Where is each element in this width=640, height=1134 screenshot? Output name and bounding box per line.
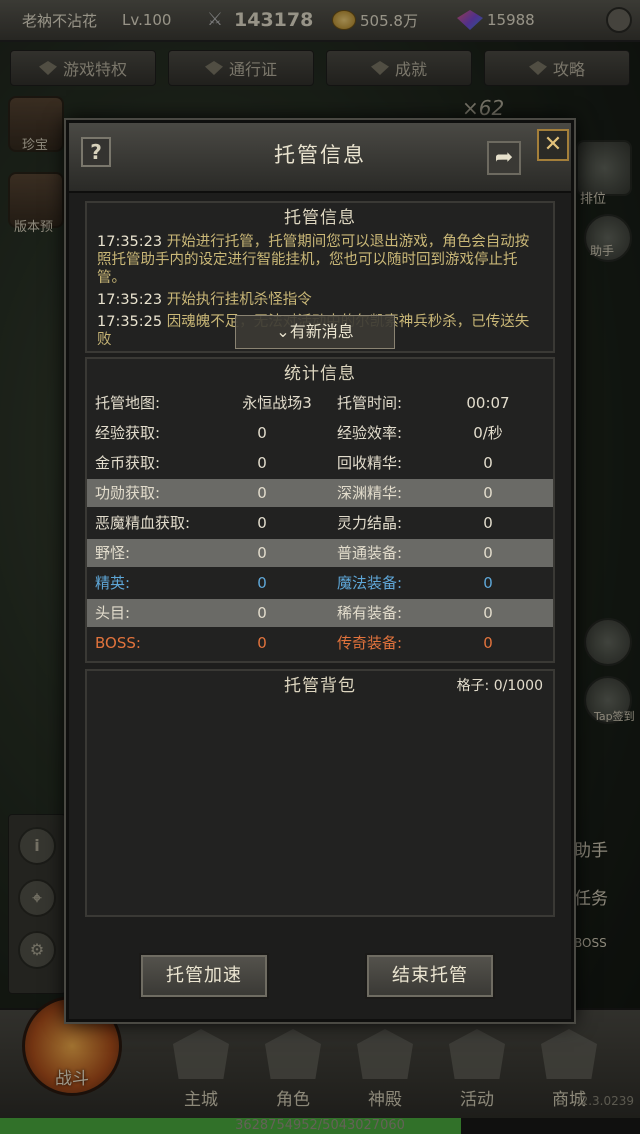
dialog-header: 托管信息 ? ➦ ✕	[69, 123, 571, 193]
share-icon[interactable]: ➦	[487, 141, 521, 175]
stat-label: 功勋获取:	[95, 484, 161, 502]
end-hosting-button[interactable]: 结束托管	[365, 953, 495, 999]
stats-row: BOSS: 0 传奇装备: 0	[87, 629, 553, 657]
stat-value: 0	[257, 514, 267, 532]
stats-title: 统计信息	[284, 364, 356, 384]
stat-label: 头目:	[95, 604, 131, 622]
stats-row: 头目: 0 稀有装备: 0	[87, 599, 553, 627]
stat-value: 0	[257, 424, 267, 442]
stat-value: 0	[257, 484, 267, 502]
stats-row: 恶魔精血获取: 0 灵力结晶: 0	[87, 509, 553, 537]
stat-label: 灵力结晶:	[337, 514, 403, 532]
log-timestamp: 17:35:25	[97, 314, 167, 330]
stat-label: 魔法装备:	[337, 574, 403, 592]
stats-row: 精英: 0 魔法装备: 0	[87, 569, 553, 597]
hosting-bag-panel: 托管背包 格子: 0/1000	[85, 669, 555, 917]
stats-row: 托管地图: 永恒战场3 托管时间: 00:07	[87, 389, 553, 417]
log-line: 17:35:23 开始执行挂机杀怪指令	[97, 291, 543, 309]
stat-label: 野怪:	[95, 544, 131, 562]
speed-up-hosting-button[interactable]: 托管加速	[139, 953, 269, 999]
stat-value: 00:07	[466, 394, 510, 412]
stats-row: 野怪: 0 普通装备: 0	[87, 539, 553, 567]
stat-value: 0	[257, 544, 267, 562]
stat-value: 0	[483, 484, 493, 502]
log-timestamp: 17:35:23	[97, 234, 167, 250]
stat-value: 0	[483, 454, 493, 472]
stat-value: 0	[483, 604, 493, 622]
stat-value: 0	[257, 634, 267, 652]
stat-value: 0	[257, 604, 267, 622]
close-button[interactable]: ✕	[537, 129, 569, 161]
stat-label: 传奇装备:	[337, 634, 403, 652]
log-line: 17:35:23 开始进行托管，托管期间您可以退出游戏，角色会自动按照托管助手内…	[97, 233, 543, 287]
stat-label: 金币获取:	[95, 454, 161, 472]
stat-value: 0/秒	[473, 424, 503, 442]
log-timestamp: 17:35:23	[97, 292, 167, 308]
stats-row: 经验获取: 0 经验效率: 0/秒	[87, 419, 553, 447]
stat-label: 稀有装备:	[337, 604, 403, 622]
log-message: 开始执行挂机杀怪指令	[166, 292, 312, 308]
stat-label: 托管时间:	[337, 394, 403, 412]
stat-label: 深渊精华:	[337, 484, 403, 502]
bag-slot-count: 格子: 0/1000	[456, 678, 543, 694]
stats-row: 金币获取: 0 回收精华: 0	[87, 449, 553, 477]
stat-value: 0	[483, 574, 493, 592]
stat-value: 0	[257, 574, 267, 592]
help-button[interactable]: ?	[81, 137, 111, 167]
new-message-button[interactable]: ⌄有新消息	[235, 315, 395, 349]
stat-label: 托管地图:	[95, 394, 161, 412]
log-title: 托管信息	[284, 208, 356, 228]
stat-label: 普通装备:	[337, 544, 403, 562]
stats-row: 功勋获取: 0 深渊精华: 0	[87, 479, 553, 507]
auto-hosting-dialog: 托管信息 ? ➦ ✕ 托管信息 17:35:23 开始进行托管，托管期间您可以退…	[66, 120, 574, 1022]
stat-label: 精英:	[95, 574, 131, 592]
stat-label: 恶魔精血获取:	[95, 514, 191, 532]
stat-label: 经验效率:	[337, 424, 403, 442]
stat-value: 永恒战场3	[242, 394, 312, 412]
statistics-panel: 统计信息 托管地图: 永恒战场3 托管时间: 00:07 经验获取: 0 经验效率: 0/秒金…	[85, 357, 555, 663]
stat-value: 0	[257, 454, 267, 472]
stat-label: 经验获取:	[95, 424, 161, 442]
stat-value: 0	[483, 514, 493, 532]
hosting-log-panel[interactable]: 托管信息 17:35:23 开始进行托管，托管期间您可以退出游戏，角色会自动按照…	[85, 201, 555, 353]
stat-label: BOSS:	[95, 634, 141, 652]
stat-label: 回收精华:	[337, 454, 403, 472]
stat-value: 0	[483, 634, 493, 652]
stat-value: 0	[483, 544, 493, 562]
